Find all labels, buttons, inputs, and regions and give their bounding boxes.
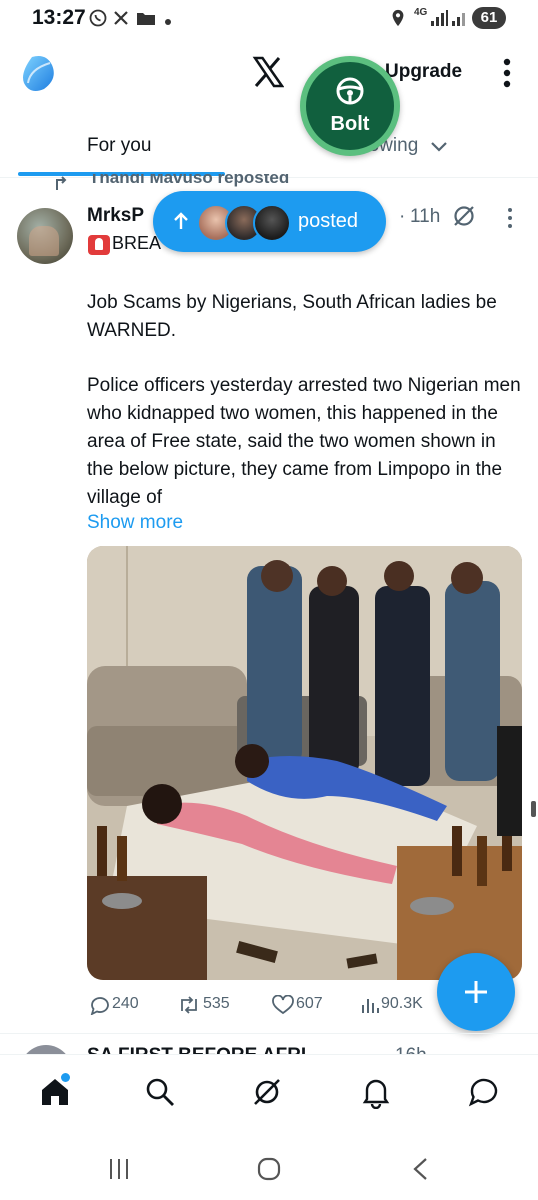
next-author-avatar[interactable] [20,1045,72,1054]
tweet-text-paragraph: Job Scams by Nigerians, South African la… [87,292,497,341]
home-button-icon[interactable] [256,1156,282,1182]
location-icon [392,9,404,27]
compose-button[interactable] [437,953,515,1031]
x-app-icon [114,11,128,25]
x-logo-icon [252,56,284,88]
status-bar: 13:27 4G 61 [0,0,538,38]
plus-icon [465,981,487,1003]
battery-indicator: 61 [472,7,506,29]
next-author-name[interactable]: SA FIRST BEFORE AFRI [87,1043,306,1054]
app-logo-icon[interactable] [22,53,56,93]
tweet-media-image[interactable] [87,546,522,980]
repost-icon [56,176,67,190]
bolt-label: Bolt [330,113,370,135]
view-count: 90.3K [381,995,423,1012]
next-tweet[interactable]: SA FIRST BEFORE AFRI 16h [0,1043,538,1054]
repost-count: 535 [203,995,230,1012]
grok-icon[interactable] [452,204,476,228]
like-icon[interactable] [272,995,294,1015]
repost-text: Thandi Mavuso reposted [89,174,290,187]
network-type: 4G [414,7,428,18]
whatsapp-icon [89,9,107,27]
notifications-icon[interactable] [359,1075,393,1109]
next-tweet-time: 16h [395,1043,427,1054]
tab-for-you[interactable]: For you [87,135,151,157]
grok-nav-icon[interactable] [250,1075,284,1109]
more-options-icon[interactable] [498,56,516,90]
system-navigation-bar [0,1134,538,1200]
like-count: 607 [296,995,323,1012]
bolt-chat-head[interactable]: Bolt [300,56,400,156]
reply-count: 240 [112,995,139,1012]
chevron-down-icon[interactable] [430,140,448,154]
author-name[interactable]: MrksP [87,205,144,227]
arrow-up-icon [174,212,188,229]
siren-emoji-icon [88,235,110,255]
time-separator: · [399,206,406,227]
tweet-divider [0,1033,538,1034]
tweet-text-preview: BREA [112,233,162,253]
show-more-link[interactable]: Show more [87,512,183,534]
repost-icon[interactable] [178,995,200,1015]
back-icon[interactable] [408,1156,434,1182]
tweet-time: 11h [410,206,441,227]
folder-icon [137,13,155,25]
bottom-navigation [0,1054,538,1134]
photo-illustration [87,546,522,980]
search-icon[interactable] [143,1075,177,1109]
poster-avatar [253,204,291,242]
posted-label: posted [298,210,359,232]
views-icon[interactable] [360,995,382,1015]
new-posts-pill[interactable]: posted [153,191,386,252]
author-avatar[interactable] [17,208,73,264]
steering-wheel-icon [336,77,364,105]
repost-context: Thandi Mavuso reposted [53,174,353,190]
tweet-more-icon[interactable] [507,207,513,229]
home-notification-dot [61,1073,70,1082]
tweet-text-paragraph: Police officers yesterday arrested two N… [87,375,521,508]
status-time: 13:27 [32,6,86,29]
messages-icon[interactable] [467,1075,501,1109]
upgrade-button[interactable]: Upgrade [385,61,462,83]
reply-icon[interactable] [89,995,111,1015]
recent-apps-icon[interactable] [106,1156,132,1182]
notification-dot-icon [165,19,171,25]
scrollbar[interactable] [531,801,536,817]
signal-2-icon [452,13,465,26]
signal-icon [431,10,448,26]
